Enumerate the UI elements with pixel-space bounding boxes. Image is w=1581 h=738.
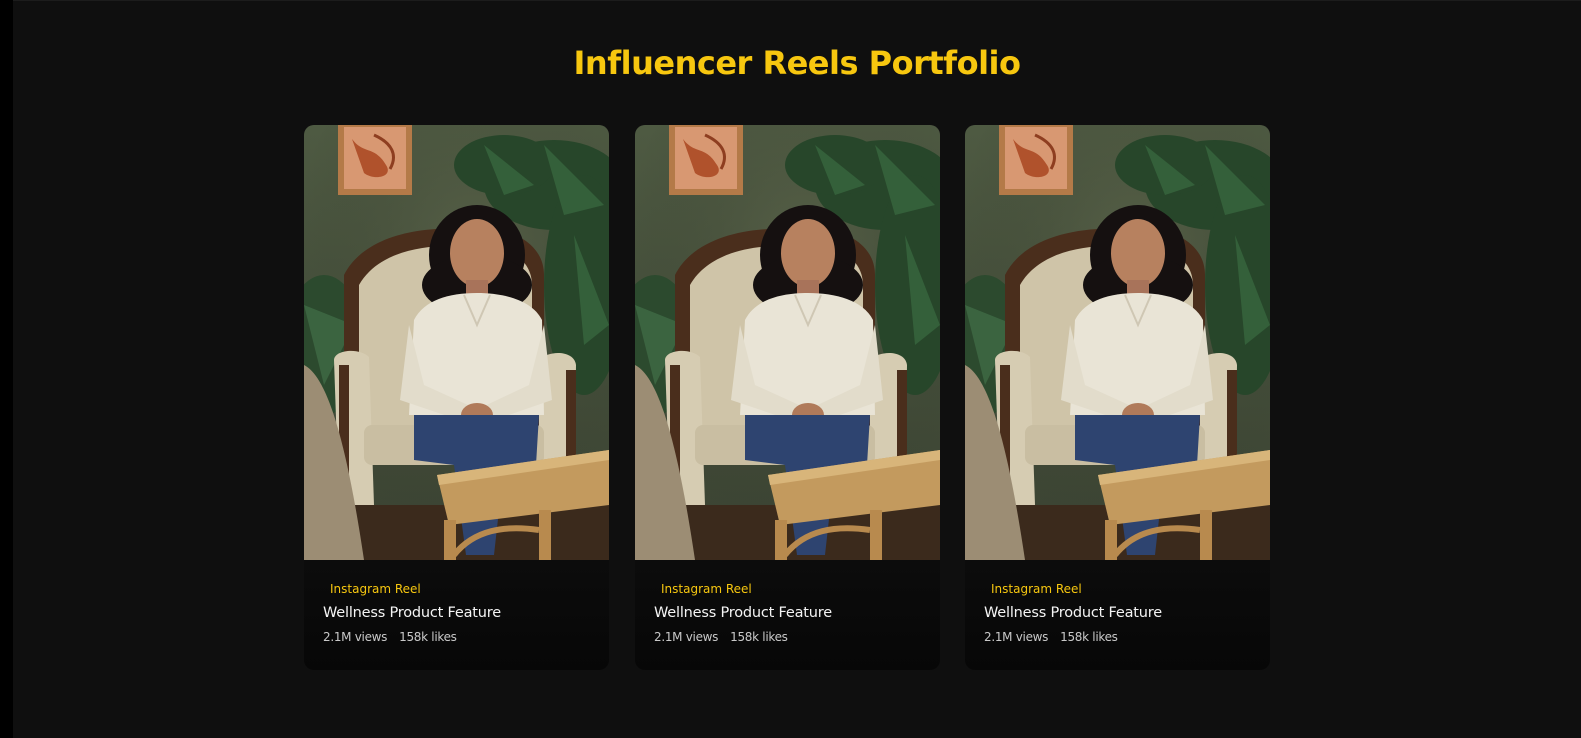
portfolio-page: Influencer Reels Portfolio Instagram Ree…	[13, 0, 1581, 738]
reel-stats: 2.1M views 158k likes	[984, 628, 1118, 646]
reel-views: 2.1M views	[984, 630, 1049, 644]
reel-likes: 158k likes	[730, 630, 788, 644]
reel-thumbnail[interactable]	[965, 125, 1270, 560]
reel-views: 2.1M views	[654, 630, 719, 644]
reel-platform-label: Instagram Reel	[991, 582, 1082, 596]
woman-seated-in-armchair-photo	[965, 125, 1270, 560]
page-title: Influencer Reels Portfolio	[573, 44, 1021, 82]
reel-likes: 158k likes	[399, 630, 457, 644]
reel-card[interactable]: Instagram Reel Wellness Product Feature …	[635, 125, 940, 670]
woman-seated-in-armchair-photo	[304, 125, 609, 560]
reel-likes: 158k likes	[1060, 630, 1118, 644]
reel-title: Wellness Product Feature	[654, 605, 832, 621]
reel-title: Wellness Product Feature	[984, 605, 1162, 621]
reel-views: 2.1M views	[323, 630, 388, 644]
reel-stats: 2.1M views 158k likes	[654, 628, 788, 646]
reel-title: Wellness Product Feature	[323, 605, 501, 621]
reel-thumbnail[interactable]	[635, 125, 940, 560]
reel-card[interactable]: Instagram Reel Wellness Product Feature …	[304, 125, 609, 670]
woman-seated-in-armchair-photo	[635, 125, 940, 560]
reel-platform-label: Instagram Reel	[330, 582, 421, 596]
reel-thumbnail[interactable]	[304, 125, 609, 560]
reel-stats: 2.1M views 158k likes	[323, 628, 457, 646]
reels-grid: Instagram Reel Wellness Product Feature …	[304, 125, 1270, 670]
reel-card[interactable]: Instagram Reel Wellness Product Feature …	[965, 125, 1270, 670]
reel-platform-label: Instagram Reel	[661, 582, 752, 596]
